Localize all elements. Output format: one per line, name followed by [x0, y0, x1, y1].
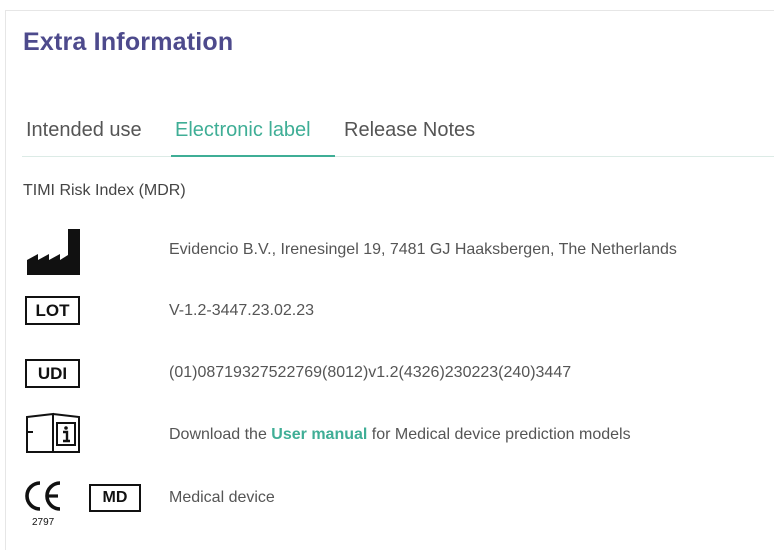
tab-bar: Intended use Electronic label Release No… [22, 116, 774, 157]
tab-intended-use[interactable]: Intended use [22, 116, 164, 155]
manual-suffix: for Medical device prediction models [367, 426, 631, 443]
lot-number: V-1.2-3447.23.02.23 [169, 302, 315, 319]
udi-number: (01)08719327522769(8012)v1.2(4326)230223… [169, 364, 572, 381]
section-title: Extra Information [23, 28, 234, 56]
lot-icon: LOT [25, 296, 80, 325]
ce-number: 2797 [32, 517, 55, 528]
ce-mark-icon [22, 475, 66, 520]
manufacturer-text: Evidencio B.V., Irenesingel 19, 7481 GJ … [169, 241, 677, 258]
manual-text: Download the User manual for Medical dev… [169, 426, 631, 444]
extra-information-card: Extra Information Intended use Electroni… [5, 10, 774, 550]
udi-icon: UDI [25, 359, 80, 388]
device-text: Medical device [169, 489, 275, 506]
tab-electronic-label[interactable]: Electronic label [171, 116, 335, 157]
md-icon: MD [89, 484, 141, 512]
user-manual-link[interactable]: User manual [271, 426, 367, 443]
manufacturer-icon [25, 227, 83, 282]
instructions-info-icon [25, 412, 83, 459]
manual-prefix: Download the [169, 426, 272, 443]
model-name: TIMI Risk Index (MDR) [23, 182, 186, 199]
tab-release-notes[interactable]: Release Notes [340, 116, 490, 155]
